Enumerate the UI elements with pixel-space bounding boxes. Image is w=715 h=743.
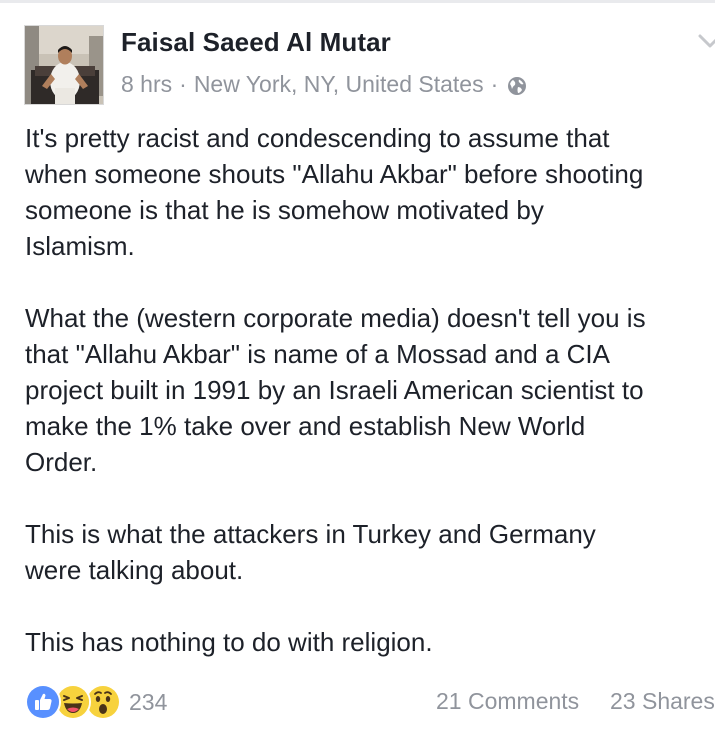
post-text-line: This is what the attackers in Turkey and… [25, 519, 596, 549]
meta-separator: · [490, 71, 499, 97]
post-text-line: What the (western corporate media) doesn… [25, 303, 646, 333]
post-paragraph: It's pretty racist and condescending to … [25, 120, 715, 264]
post-paragraph: This has nothing to do with religion. [25, 624, 715, 660]
post-location[interactable]: New York, NY, United States [194, 71, 484, 98]
avatar-photo [25, 26, 103, 104]
reactions-summary[interactable]: 234 [25, 684, 167, 720]
post-text-line: project built in 1991 by an Israeli Amer… [25, 375, 644, 405]
post-text-line: make the 1% take over and establish New … [25, 411, 586, 441]
shares-link[interactable]: 23 Shares [610, 688, 715, 715]
author-name[interactable]: Faisal Saeed Al Mutar [121, 27, 391, 58]
post-text-line: Islamism. [25, 231, 135, 261]
post-text-line: that "Allahu Akbar" is name of a Mossad … [25, 339, 610, 369]
top-divider [0, 0, 715, 3]
post-text-line: Order. [25, 447, 98, 477]
comments-link[interactable]: 21 Comments [436, 688, 579, 715]
post-text-line: This has nothing to do with religion. [25, 627, 433, 657]
author-avatar[interactable] [24, 25, 104, 105]
like-icon [25, 684, 61, 720]
post-text-line: someone is that he is somehow motivated … [25, 195, 544, 225]
globe-icon[interactable] [507, 75, 527, 95]
post-text-line: It's pretty racist and condescending to … [25, 123, 610, 153]
post-time[interactable]: 8 hrs [121, 71, 172, 98]
post-body: It's pretty racist and condescending to … [25, 120, 715, 696]
post-paragraph: What the (western corporate media) doesn… [25, 300, 715, 480]
post-footer: 234 21 Comments 23 Shares [25, 684, 715, 720]
meta-separator: · [179, 71, 187, 97]
post-text-line: when someone shouts "Allahu Akbar" befor… [25, 159, 644, 189]
reaction-count: 234 [129, 688, 168, 715]
post-text-line: were talking about. [25, 555, 244, 585]
chevron-down-icon[interactable] [698, 30, 715, 56]
post-meta: 8 hrs · New York, NY, United States · [121, 71, 527, 98]
post-paragraph: This is what the attackers in Turkey and… [25, 516, 715, 588]
